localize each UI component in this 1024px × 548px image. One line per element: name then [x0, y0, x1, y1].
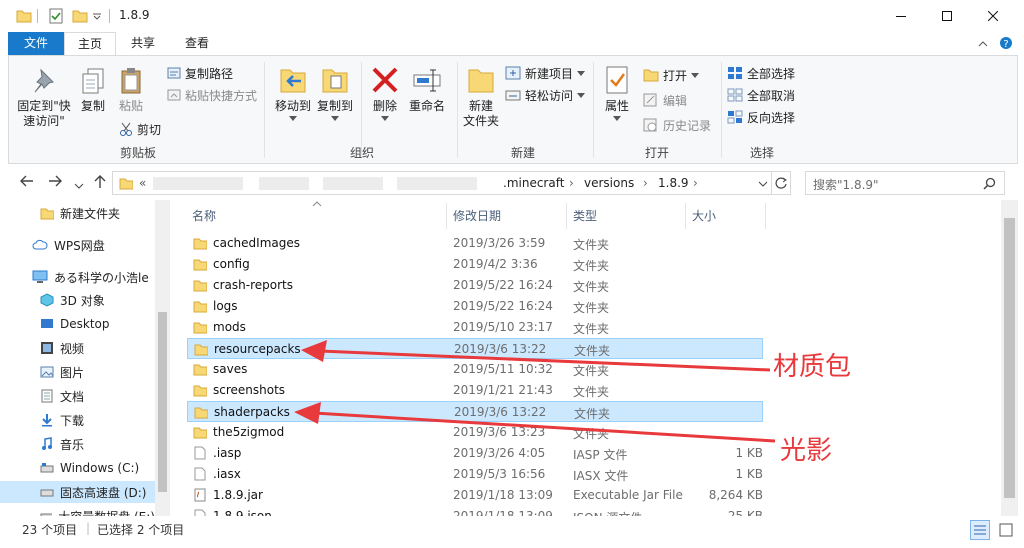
- details-view-button[interactable]: [970, 520, 990, 540]
- annotation-shaderpacks-label: 光影: [780, 436, 833, 466]
- annotation-resourcepacks-label: 材质包: [773, 352, 852, 382]
- details-view-icon: [974, 525, 986, 535]
- annotation-arrow-resourcepacks: [301, 340, 771, 372]
- status-separator: |: [86, 521, 91, 535]
- annotation-overlay: [294, 340, 776, 443]
- large-icons-view-icon: [999, 523, 1013, 537]
- annotation-arrow-shaderpacks: [294, 402, 776, 443]
- status-bar: 23 个项目 | 已选择 2 个项目: [0, 516, 1024, 548]
- large-icons-view-button[interactable]: [996, 520, 1016, 540]
- item-count: 23 个项目: [22, 523, 78, 537]
- selection-count: 已选择 2 个项目: [97, 523, 185, 537]
